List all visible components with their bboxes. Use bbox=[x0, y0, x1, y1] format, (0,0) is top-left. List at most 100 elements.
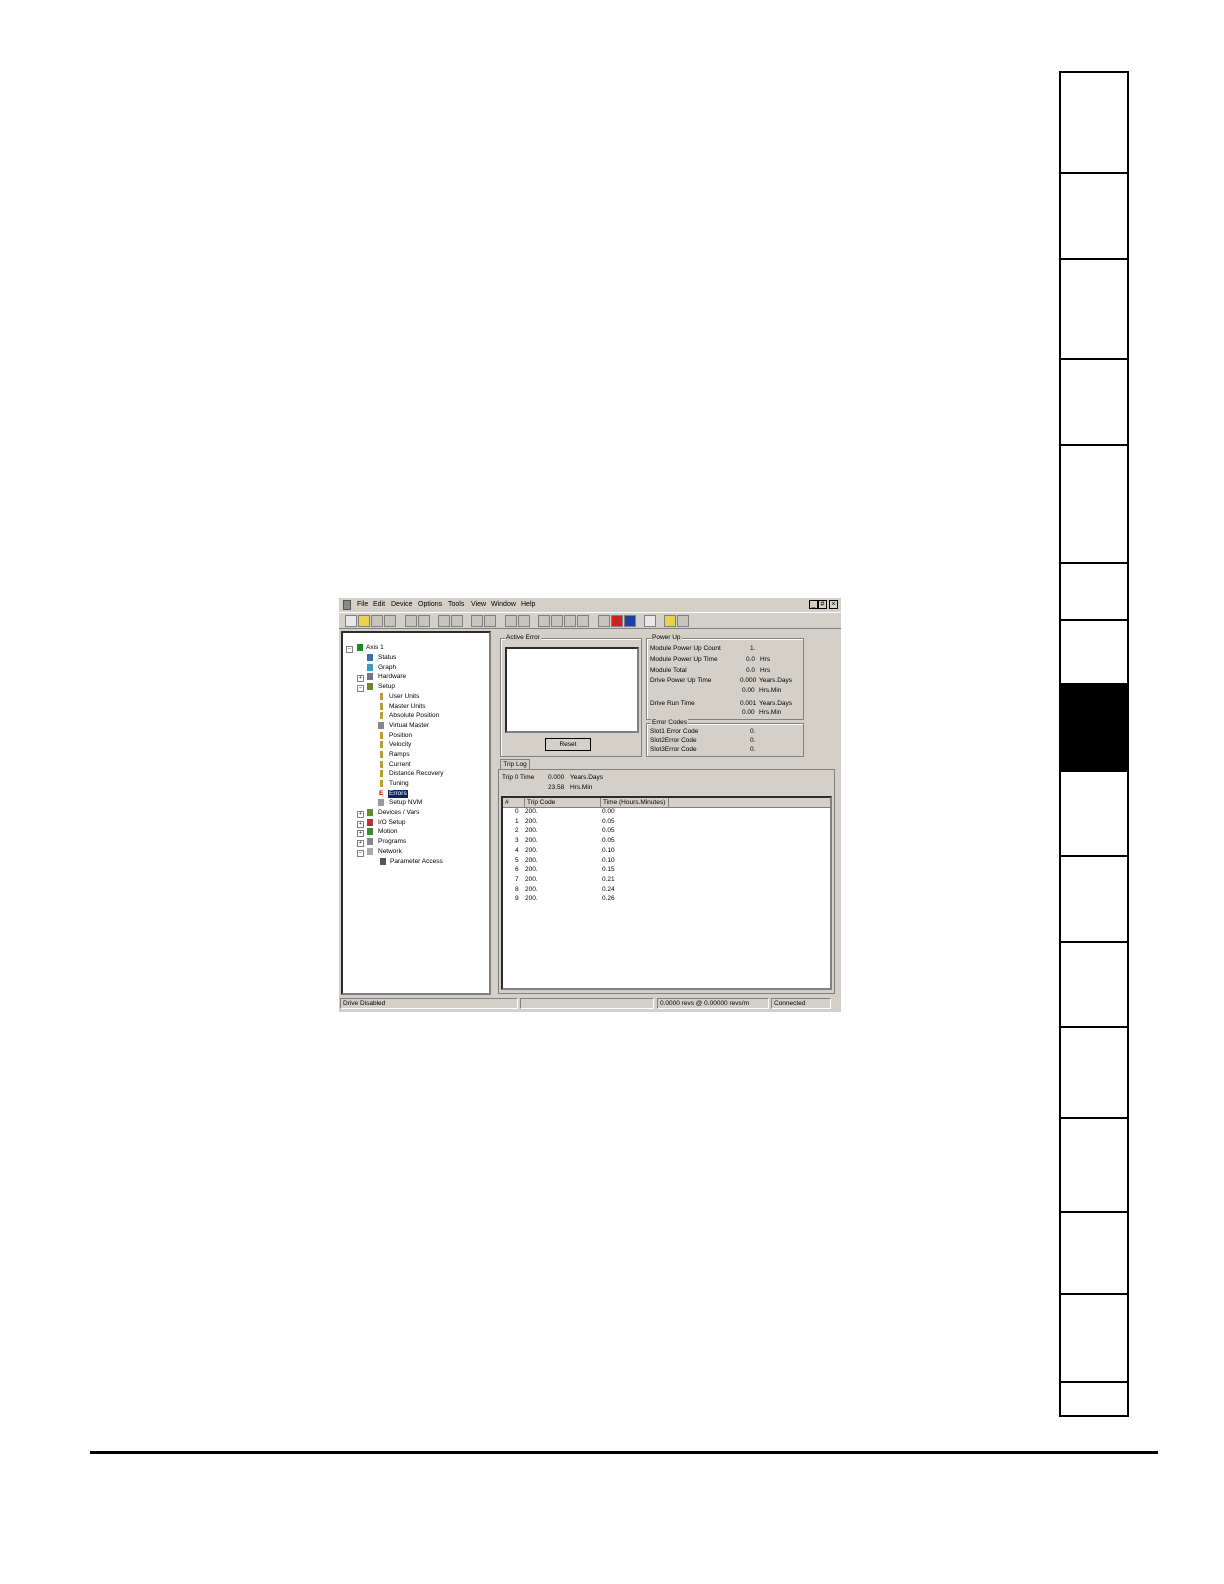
tree-item-devices-vars[interactable]: Devices / Vars bbox=[378, 809, 419, 817]
drive-icon bbox=[357, 644, 363, 651]
table-row[interactable]: 2 200. 0.05 bbox=[503, 827, 830, 837]
remove-icon[interactable] bbox=[484, 615, 496, 627]
document-icon[interactable] bbox=[343, 600, 351, 610]
expand-icon[interactable]: + bbox=[357, 821, 364, 828]
minimize-button[interactable]: _ bbox=[809, 600, 818, 609]
chapter-tabs bbox=[1059, 71, 1129, 1417]
stop-sign-icon[interactable] bbox=[551, 615, 563, 627]
query-icon[interactable] bbox=[505, 615, 517, 627]
step-icon[interactable] bbox=[624, 615, 636, 627]
menu-options[interactable]: Options bbox=[418, 601, 442, 608]
menu-tools[interactable]: Tools bbox=[448, 601, 464, 608]
active-error-list[interactable] bbox=[505, 647, 639, 733]
collapse-icon[interactable]: − bbox=[357, 685, 364, 692]
collapse-icon[interactable]: − bbox=[357, 850, 364, 857]
close-button[interactable]: × bbox=[829, 600, 838, 609]
tree-item-absolute-position[interactable]: Absolute Position bbox=[389, 712, 439, 720]
column-header-trip-code[interactable]: Trip Code bbox=[525, 798, 601, 807]
menu-edit[interactable]: Edit bbox=[373, 601, 385, 608]
error-code-label: Slot3Error Code bbox=[650, 746, 697, 753]
help-icon[interactable] bbox=[664, 615, 676, 627]
cell-time: 0.05 bbox=[602, 827, 615, 835]
tree-item-distance-recovery[interactable]: Distance Recovery bbox=[389, 770, 444, 778]
download-icon[interactable] bbox=[418, 615, 430, 627]
monitor-icon[interactable] bbox=[577, 615, 589, 627]
tree-item-master-units[interactable]: Master Units bbox=[389, 703, 425, 711]
tree-item-parameter-access[interactable]: Parameter Access bbox=[390, 858, 443, 866]
table-row[interactable]: 4 200. 0.10 bbox=[503, 847, 830, 857]
tree-item-status[interactable]: Status bbox=[378, 654, 396, 662]
tree-item-graph[interactable]: Graph bbox=[378, 664, 396, 672]
tree-item-programs[interactable]: Programs bbox=[378, 838, 406, 846]
table-row[interactable]: 9 200. 0.26 bbox=[503, 895, 830, 905]
tree-root-axis[interactable]: Axis 1 bbox=[366, 644, 384, 652]
tree-item-io-setup[interactable]: I/O Setup bbox=[378, 819, 405, 827]
cell-trip-code: 200. bbox=[525, 866, 538, 874]
expand-icon[interactable]: + bbox=[357, 675, 364, 682]
trip-log-table[interactable]: # Trip Code Time (Hours.Minutes) 0 200. 0.… bbox=[501, 796, 832, 990]
programs-icon bbox=[367, 838, 373, 845]
chapter-tab bbox=[1061, 772, 1127, 857]
tree-item-user-units[interactable]: User Units bbox=[389, 693, 419, 701]
print-icon[interactable] bbox=[384, 615, 396, 627]
upload-icon[interactable] bbox=[405, 615, 417, 627]
open-icon[interactable] bbox=[358, 615, 370, 627]
menu-device[interactable]: Device bbox=[391, 601, 412, 608]
cell-time: 0.10 bbox=[602, 856, 615, 864]
context-help-icon[interactable] bbox=[677, 615, 689, 627]
chapter-tab bbox=[1061, 857, 1127, 943]
expand-icon[interactable]: + bbox=[357, 830, 364, 837]
reset-button[interactable]: Reset bbox=[545, 738, 591, 751]
tree-item-setup-nvm[interactable]: Setup NVM bbox=[389, 799, 422, 807]
tree-item-hardware[interactable]: Hardware bbox=[378, 673, 406, 681]
table-row[interactable]: 6 200. 0.15 bbox=[503, 866, 830, 876]
table-row[interactable]: 3 200. 0.05 bbox=[503, 837, 830, 847]
status-bar: Drive Disabled 0.0000 revs @ 0.00000 rev… bbox=[339, 997, 841, 1011]
collapse-icon[interactable]: − bbox=[346, 646, 353, 653]
tree-item-current[interactable]: Current bbox=[389, 761, 411, 769]
table-row[interactable]: 1 200. 0.05 bbox=[503, 818, 830, 828]
menu-help[interactable]: Help bbox=[521, 601, 535, 608]
menu-file[interactable]: File bbox=[357, 601, 368, 608]
reset-drive-icon[interactable] bbox=[598, 615, 610, 627]
compare-icon[interactable] bbox=[438, 615, 450, 627]
chapter-tab bbox=[1061, 73, 1127, 174]
tree-item-ramps[interactable]: Ramps bbox=[389, 751, 410, 759]
new-icon[interactable] bbox=[345, 615, 357, 627]
expand-icon[interactable]: + bbox=[357, 840, 364, 847]
column-header-number[interactable]: # bbox=[503, 798, 525, 807]
chapter-tab bbox=[1061, 621, 1127, 685]
window-layout-icon[interactable] bbox=[644, 615, 656, 627]
table-row[interactable]: 5 200. 0.10 bbox=[503, 857, 830, 867]
cell-trip-code: 200. bbox=[525, 846, 538, 854]
tree-item-network[interactable]: Network bbox=[378, 848, 402, 856]
power-up-label: Drive Power Up Time bbox=[650, 677, 712, 684]
restore-button[interactable]: # bbox=[818, 600, 827, 609]
watch-icon[interactable] bbox=[564, 615, 576, 627]
expand-icon[interactable]: + bbox=[357, 811, 364, 818]
delete-icon[interactable] bbox=[451, 615, 463, 627]
tree-item-tuning[interactable]: Tuning bbox=[389, 780, 409, 788]
tree-item-position[interactable]: Position bbox=[389, 732, 412, 740]
add-icon[interactable] bbox=[471, 615, 483, 627]
tree-item-motion[interactable]: Motion bbox=[378, 828, 398, 836]
table-row[interactable]: 8 200. 0.24 bbox=[503, 886, 830, 896]
table-row[interactable]: 0 200. 0.00 bbox=[503, 808, 830, 818]
save-icon[interactable] bbox=[371, 615, 383, 627]
tree-item-errors[interactable]: Errors bbox=[388, 790, 408, 798]
tree-item-velocity[interactable]: Velocity bbox=[389, 741, 411, 749]
find-icon[interactable] bbox=[538, 615, 550, 627]
table-row[interactable]: 7 200. 0.21 bbox=[503, 876, 830, 886]
cell-time: 0.24 bbox=[602, 885, 615, 893]
tree-item-virtual-master[interactable]: Virtual Master bbox=[389, 722, 429, 730]
menu-window[interactable]: Window bbox=[491, 601, 516, 608]
menu-view[interactable]: View bbox=[471, 601, 486, 608]
chapter-tab-active bbox=[1061, 685, 1127, 772]
column-header-time[interactable]: Time (Hours.Minutes) bbox=[601, 798, 669, 807]
cell-time: 0.05 bbox=[602, 817, 615, 825]
tree-item-setup[interactable]: Setup bbox=[378, 683, 395, 691]
chapter-tab bbox=[1061, 1119, 1127, 1213]
stop-icon[interactable] bbox=[611, 615, 623, 627]
info-icon[interactable] bbox=[518, 615, 530, 627]
power-up-label: Module Power Up Time bbox=[650, 656, 718, 663]
